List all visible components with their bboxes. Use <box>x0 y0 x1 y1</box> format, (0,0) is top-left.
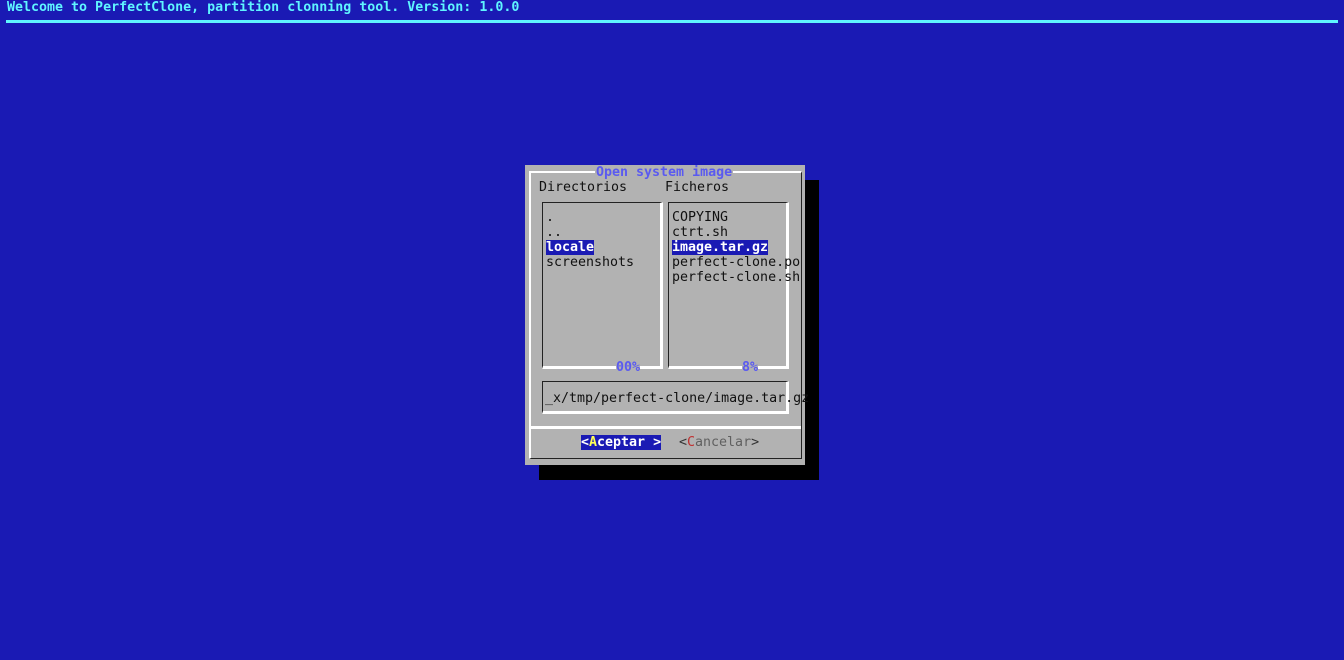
app-title: Welcome to PerfectClone, partition clonn… <box>7 0 520 15</box>
dialog-title: Open system image <box>595 165 734 180</box>
directories-label: Directorios <box>539 180 628 195</box>
bracket: < <box>581 435 590 450</box>
list-item[interactable]: ctrt.sh <box>672 225 728 240</box>
text-cursor <box>809 390 817 404</box>
bracket: < <box>679 435 688 450</box>
accept-button[interactable]: <Aceptar > <box>581 435 662 450</box>
path-input-value: _x/tmp/perfect-clone/image.tar.gz <box>545 391 810 406</box>
cancel-button[interactable]: <Cancelar> <box>679 435 759 450</box>
list-item[interactable]: . <box>546 210 554 225</box>
list-item-selected[interactable]: locale <box>546 240 595 255</box>
list-item[interactable]: screenshots <box>546 255 634 270</box>
bracket: > <box>751 435 760 450</box>
files-scroll-percent: 8% <box>742 360 759 375</box>
path-input[interactable]: _x/tmp/perfect-clone/image.tar.gz <box>545 390 817 406</box>
hotkey: A <box>589 435 598 450</box>
open-image-dialog: Open system image Directorios Ficheros .… <box>525 165 817 465</box>
label: ancelar <box>695 435 752 450</box>
button-separator <box>529 426 801 429</box>
label: ceptar > <box>597 435 662 450</box>
title-divider <box>6 20 1338 23</box>
list-item[interactable]: .. <box>546 225 562 240</box>
list-item[interactable]: perfect-clone.sh <box>672 270 800 285</box>
list-item[interactable]: COPYING <box>672 210 728 225</box>
directories-scroll-percent: 00% <box>616 360 641 375</box>
list-item[interactable]: perfect-clone.po <box>672 255 800 270</box>
files-label: Ficheros <box>665 180 730 195</box>
list-item-selected[interactable]: image.tar.gz <box>672 240 769 255</box>
hotkey: C <box>687 435 696 450</box>
